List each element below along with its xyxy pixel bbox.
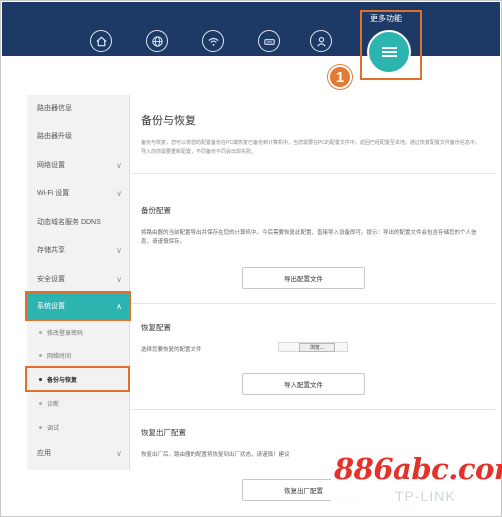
bullet-icon bbox=[39, 330, 42, 334]
browse-button[interactable]: 浏览... bbox=[299, 343, 335, 352]
restore-file-label: 选择您要恢复的配置文件 bbox=[141, 347, 202, 353]
router-icon[interactable] bbox=[258, 30, 280, 52]
sidebar-item-ddns[interactable]: 动态域名服务 DDNS bbox=[27, 209, 130, 235]
sidebar-item-label: 应用 bbox=[37, 450, 51, 457]
subitem-label: 诊断 bbox=[47, 401, 60, 408]
sidebar-item-network[interactable]: 网络设置 ∨ bbox=[27, 152, 130, 178]
bullet-icon bbox=[39, 353, 42, 357]
step-badge-1: 1 bbox=[328, 65, 352, 89]
wifi-icon[interactable] bbox=[202, 30, 224, 52]
divider bbox=[131, 173, 495, 174]
page-title: 备份与恢复 bbox=[141, 115, 196, 127]
sidebar-item-label: Wi-Fi 设置 bbox=[37, 190, 70, 197]
bullet-icon bbox=[39, 425, 42, 429]
top-nav-bar bbox=[2, 2, 500, 56]
page-description: 备份与恢复，您可以将您的配置备份在PC或恢复已备份到计算机中，当您需要在PC的配… bbox=[141, 140, 480, 155]
sidebar-item-label: 存储共享 bbox=[37, 247, 65, 254]
bullet-icon bbox=[39, 401, 42, 405]
sidebar: 路由器信息 路由器升级 网络设置 ∨ Wi-Fi 设置 ∨ 动态域名服务 DDNS … bbox=[27, 95, 130, 470]
sidebar-item-router-upgrade[interactable]: 路由器升级 bbox=[27, 123, 130, 149]
divider bbox=[131, 303, 495, 304]
watermark-text: 886abc.com bbox=[334, 452, 502, 486]
sidebar-item-label: 路由器升级 bbox=[37, 133, 72, 140]
step1-highlight bbox=[360, 10, 422, 80]
factory-reset-section-title: 恢复出厂配置 bbox=[141, 428, 186, 437]
export-config-button[interactable]: 导出配置文件 bbox=[242, 267, 365, 289]
chevron-down-icon: ∨ bbox=[116, 188, 122, 198]
subitem-debug[interactable]: 调试 bbox=[27, 417, 130, 437]
chevron-down-icon: ∨ bbox=[116, 274, 122, 284]
chevron-down-icon: ∨ bbox=[116, 160, 122, 170]
restore-section-title: 恢复配置 bbox=[141, 323, 171, 332]
subitem-change-password[interactable]: 修改登录密码 bbox=[27, 322, 130, 342]
divider bbox=[131, 409, 495, 410]
user-icon[interactable] bbox=[310, 30, 332, 52]
sidebar-item-wifi[interactable]: Wi-Fi 设置 ∨ bbox=[27, 180, 130, 206]
sidebar-item-apps[interactable]: 应用 ∨ bbox=[27, 440, 130, 466]
sidebar-item-router-info[interactable]: 路由器信息 bbox=[27, 95, 130, 121]
chevron-down-icon: ∨ bbox=[116, 245, 122, 255]
step2-highlight bbox=[25, 291, 132, 321]
sidebar-item-storage[interactable]: 存储共享 ∨ bbox=[27, 237, 130, 263]
home-icon[interactable] bbox=[90, 30, 112, 52]
sidebar-item-label: 动态域名服务 DDNS bbox=[37, 219, 101, 226]
step3-highlight bbox=[25, 366, 130, 392]
import-config-button[interactable]: 导入配置文件 bbox=[242, 373, 365, 395]
globe-icon[interactable] bbox=[146, 30, 168, 52]
sidebar-item-security[interactable]: 安全设置 ∨ bbox=[27, 266, 130, 292]
subitem-label: 修改登录密码 bbox=[47, 330, 84, 337]
subitem-network-time[interactable]: 网络时间 bbox=[27, 345, 130, 365]
backup-section-text: 将路由器的当前配置导出并保存在您的计算机中。今后需要恢复此配置，直接导入设备即可… bbox=[141, 230, 477, 245]
watermark-logo-text: TP-LINK bbox=[395, 488, 456, 504]
subitem-diagnostics[interactable]: 诊断 bbox=[27, 393, 130, 413]
backup-section-title: 备份配置 bbox=[141, 206, 171, 215]
subitem-label: 网络时间 bbox=[47, 353, 72, 360]
sidebar-item-label: 路由器信息 bbox=[37, 105, 72, 112]
sidebar-item-label: 安全设置 bbox=[37, 276, 65, 283]
sidebar-item-label: 网络设置 bbox=[37, 162, 65, 169]
subitem-label: 调试 bbox=[47, 425, 60, 432]
chevron-down-icon: ∨ bbox=[116, 448, 122, 458]
